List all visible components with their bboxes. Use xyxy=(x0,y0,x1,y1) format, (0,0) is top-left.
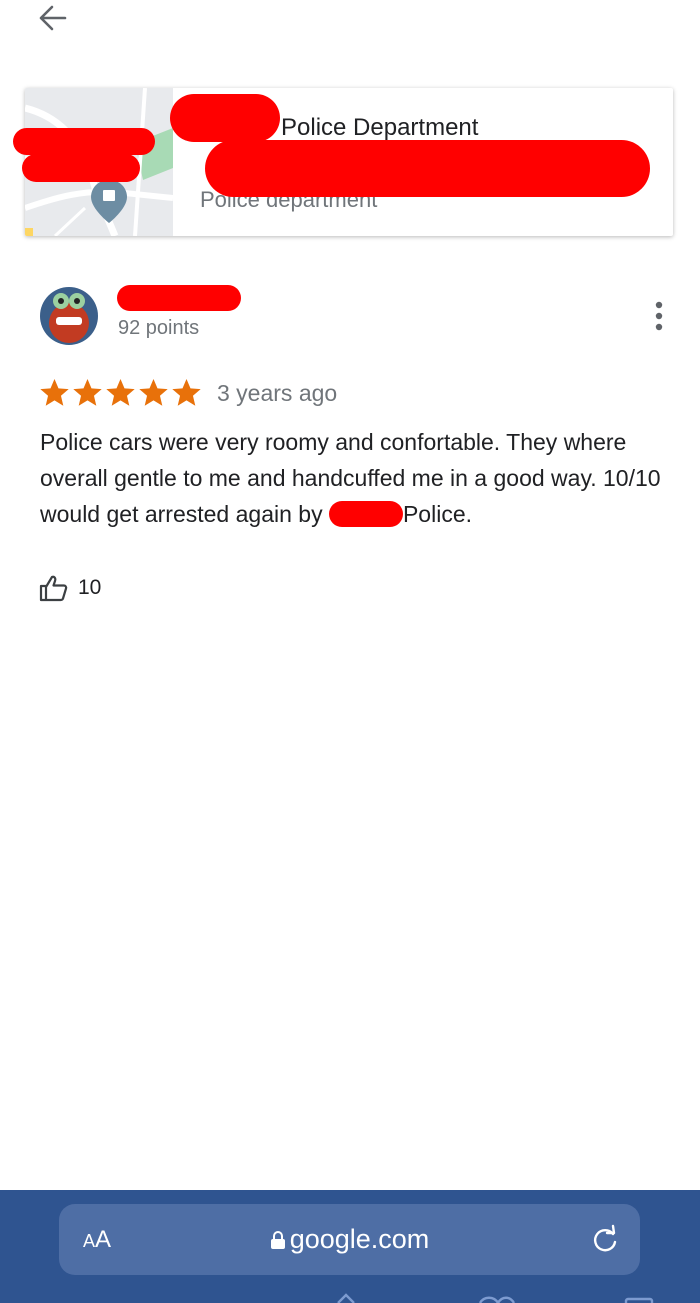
star-icon xyxy=(40,378,69,406)
review-text-end: Police. xyxy=(402,501,473,527)
arrow-left-icon xyxy=(39,5,67,31)
toolbar-icons-partial xyxy=(337,1293,654,1303)
redaction-mark xyxy=(205,140,650,197)
star-icon xyxy=(106,378,135,406)
url-display: google.com xyxy=(59,1224,640,1255)
reviewer-points: 92 points xyxy=(118,317,200,339)
like-button[interactable]: 10 xyxy=(38,574,101,602)
redaction-mark xyxy=(328,501,403,527)
browser-toolbar: AA google.com xyxy=(0,1190,700,1303)
star-rating xyxy=(38,376,203,410)
lock-icon xyxy=(270,1230,285,1249)
review-time: 3 years ago xyxy=(217,380,338,406)
redaction-mark xyxy=(22,154,140,182)
reload-icon[interactable] xyxy=(589,1224,621,1256)
place-name: Police Department xyxy=(281,114,479,141)
redaction-mark xyxy=(170,94,280,142)
avatar xyxy=(40,287,98,345)
star-icon xyxy=(172,378,201,406)
thumb-up-icon xyxy=(39,575,68,602)
url-text: google.com xyxy=(289,1224,430,1254)
address-bar[interactable]: AA google.com xyxy=(59,1204,640,1275)
redaction-mark xyxy=(117,285,241,311)
redaction-mark xyxy=(13,128,155,155)
back-button[interactable] xyxy=(34,2,70,34)
more-options-button[interactable] xyxy=(644,296,674,336)
like-count: 10 xyxy=(78,576,102,599)
star-icon xyxy=(73,378,102,406)
star-icon xyxy=(139,378,168,406)
more-vert-icon xyxy=(655,301,663,331)
review-text: Police cars were very roomy and conforta… xyxy=(40,424,670,532)
